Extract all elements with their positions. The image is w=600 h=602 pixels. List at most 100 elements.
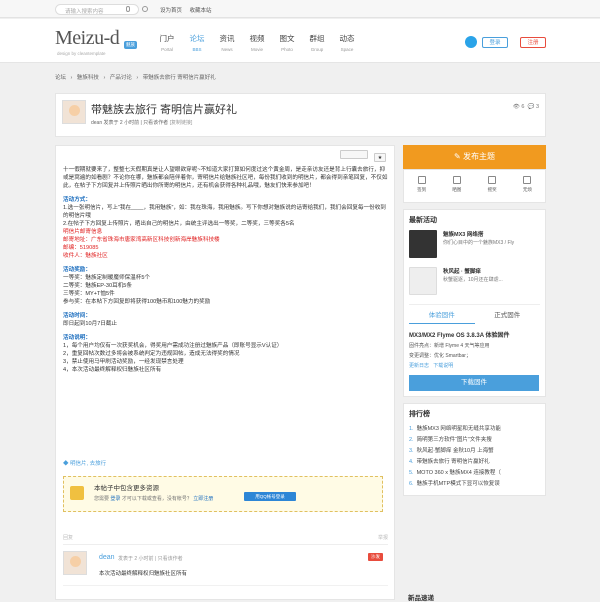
- bookmark-link[interactable]: 收藏本站: [190, 8, 212, 14]
- breadcrumb: 论坛 › 魅族科技 › 产品讨论 › 带魅族去旅行 寄明信片赢好礼: [55, 73, 219, 81]
- rank-item[interactable]: 1. 魅族MX3 网络明星和无缝共享功能: [409, 424, 540, 435]
- author-name[interactable]: dean: [91, 120, 102, 126]
- recipient-line: 收件人：魅族社区: [63, 253, 108, 259]
- set-homepage-link[interactable]: 设为首页: [160, 8, 182, 14]
- rule-4: 4，本次活动最终解释权归魅族社区所有: [63, 367, 162, 373]
- crumb-sep: ›: [136, 75, 139, 81]
- thread-tags[interactable]: ◆ 明信片, 去旅行: [63, 459, 106, 467]
- address-title: 明信片邮寄信息: [63, 229, 103, 235]
- rank-item[interactable]: 2. 简明第三方软件“图片”文件夹搜: [409, 435, 540, 446]
- eye-icon: 👁: [512, 104, 520, 110]
- firmware-tabs: 体验固件 正式固件: [409, 304, 540, 324]
- logo-subtitle: design by cleantemplate: [57, 51, 106, 56]
- favorite-star-icon[interactable]: ★: [374, 153, 386, 162]
- time-line: 即日起到10月7日截止: [63, 321, 118, 327]
- rank-item[interactable]: 4. 带魅族去旅行 寄明信片赢好礼: [409, 457, 540, 468]
- nav-news[interactable]: 资讯 News: [212, 33, 242, 52]
- nav-portal[interactable]: 门户 Portal: [152, 33, 182, 52]
- hidden-register-link[interactable]: 立即注册: [193, 496, 213, 502]
- new-thread-button[interactable]: ✎ 发布主题: [403, 145, 546, 169]
- tab-beta-firmware[interactable]: 体验固件: [409, 305, 475, 324]
- activity-thumb[interactable]: [409, 230, 437, 258]
- crumb-products[interactable]: 产品讨论: [110, 75, 132, 81]
- search-icon[interactable]: [142, 6, 148, 12]
- nav-photo[interactable]: 图文 Photo: [272, 33, 302, 52]
- crumb-forum[interactable]: 论坛: [55, 75, 66, 81]
- quick-icons: 签到 晒图 摇奖 无烦: [403, 169, 546, 203]
- logo-badge: 魅族: [124, 41, 137, 49]
- crumb-thread[interactable]: 带魅族去旅行 寄明信片赢好礼: [143, 75, 216, 81]
- top-links: 设为首页 收藏本站: [160, 6, 218, 14]
- download-firmware-button[interactable]: 下载固件: [409, 375, 539, 391]
- activity-title: 最新活动: [409, 217, 437, 224]
- author-avatar[interactable]: [62, 100, 86, 124]
- download-guide-link[interactable]: 下载说明: [433, 363, 453, 369]
- qq-icon[interactable]: [465, 36, 477, 48]
- rule-title: 活动说明：: [63, 335, 91, 341]
- microphone-icon[interactable]: [126, 6, 130, 12]
- report-link[interactable]: 举报: [378, 534, 388, 541]
- activity-box: 最新活动 魅族MX3 网络搭 你们心目中的一个魅族MX3 / Fly 秋风起 ·…: [403, 209, 546, 397]
- activity-thumb[interactable]: [409, 267, 437, 295]
- prize-4: 参与奖：在本帖下方回复即将获得100魅币和100魅力的奖励: [63, 299, 211, 305]
- rank-item[interactable]: 6. 魅族手机MTP模式下显可以恢复误: [409, 479, 540, 490]
- qq-login-button[interactable]: 用QQ帐号登录: [244, 492, 296, 501]
- post-toolbar: ★: [340, 150, 386, 162]
- only-author-link[interactable]: 只看该作者: [143, 120, 168, 126]
- views-count: 6: [521, 104, 525, 110]
- misc-button[interactable]: 无烦: [515, 176, 539, 202]
- firmware-line: 固件亮点：新增 Flyme 4 天气等应用: [409, 343, 490, 349]
- tab-stable-firmware[interactable]: 正式固件: [475, 305, 541, 324]
- firmware-line: 变更调整：优化 Smartbar；: [409, 353, 471, 359]
- login-button[interactable]: 登录: [482, 37, 508, 48]
- activity-item[interactable]: 秋风起 · 蟹脚痒 秋蟹驱逐，10月还在肆虐...: [409, 267, 540, 301]
- checkin-icon: [417, 176, 426, 184]
- crumb-sep: ›: [70, 75, 73, 81]
- replies-count: 3: [535, 104, 539, 110]
- activity-item[interactable]: 魅族MX3 网络搭 你们心目中的一个魅族MX3 / Fly: [409, 230, 540, 264]
- method-2: 2.在帖子下方回复上传照片，晒出自己的明信片，由统主评选出一等奖，二等奖，三等奖…: [63, 221, 295, 227]
- thread-title: 带魅族去旅行 寄明信片赢好礼: [91, 104, 238, 116]
- rule-3: 3，禁止使用马甲刷活动奖励，一经发现禁言处理: [63, 359, 184, 365]
- rank-box: 排行榜 1. 魅族MX3 网络明星和无缝共享功能 2. 简明第三方软件“图片”文件夹…: [403, 403, 546, 496]
- comment-item: dean 发表于 2 小时前 | 只看该作者 沙发 本次活动最终解释权归魅族社区…: [63, 544, 388, 586]
- register-button[interactable]: 注册: [520, 37, 546, 48]
- main-nav: 门户 Portal 论坛 BBS 资讯 News 视频 Movie 图文 Photo 群组…: [152, 33, 362, 52]
- sidebar: ✎ 发布主题 签到 晒图 摇奖 无烦 最新活动 魅族MX3 网络搭 你们心目中的…: [403, 145, 546, 496]
- lottery-button[interactable]: 摇奖: [480, 176, 504, 202]
- method-title: 活动方式：: [63, 197, 91, 203]
- hidden-login-link[interactable]: 登录: [110, 496, 120, 502]
- intro-text: 十一假期就要来了，整整七天假期真是让人望眼欲穿呢~不知道大家打算如何度过这个黄金…: [63, 167, 388, 189]
- nav-bbs[interactable]: 论坛 BBS: [182, 33, 212, 52]
- time-title: 活动时间：: [63, 313, 91, 319]
- firmware-title: MX3/MX2 Flyme OS 3.8.3A 体验固件: [409, 333, 510, 339]
- rank-item[interactable]: 3. 秋风起·蟹脚痒 金秋10月 上海蟹: [409, 446, 540, 457]
- font-size-toggle[interactable]: [340, 150, 368, 159]
- thread-stats: 👁 6 💬 3: [513, 104, 539, 110]
- comment-avatar[interactable]: [63, 551, 87, 575]
- nav-space[interactable]: 动态 Space: [332, 33, 362, 52]
- photo-button[interactable]: 晒图: [445, 176, 469, 202]
- comment-icon: 💬: [527, 104, 535, 110]
- hidden-desc: 您需要 登录 才可以下载或查看，没有帐号？ 立即注册: [94, 496, 214, 502]
- hidden-resource-box: 本帖子中包含更多资源 您需要 登录 才可以下载或查看，没有帐号？ 立即注册 用Q…: [63, 476, 383, 512]
- logo[interactable]: Meizu-d: [55, 27, 120, 50]
- thread-header: 带魅族去旅行 寄明信片赢好礼 dean 发表于 2 小时前 | 只看该作者 [复…: [55, 93, 546, 137]
- checkin-button[interactable]: 签到: [410, 176, 434, 202]
- crumb-meizu[interactable]: 魅族科技: [77, 75, 99, 81]
- sofa-badge: 沙发: [368, 553, 383, 561]
- changelog-link[interactable]: 更新日志: [409, 363, 429, 369]
- misc-icon: [523, 176, 532, 184]
- rank-item[interactable]: 5. MOTO 360 x 魅族MX4 连接教程（: [409, 468, 540, 479]
- comment-divider: [63, 585, 388, 586]
- lock-icon: [70, 486, 84, 500]
- reply-link[interactable]: 回复: [63, 535, 73, 541]
- copy-link[interactable]: [复制链接]: [170, 120, 193, 126]
- comment-meta: 发表于 2 小时前 | 只看该作者: [118, 556, 183, 562]
- reply-bar: 回复 举报: [63, 534, 388, 541]
- crumb-sep: ›: [103, 75, 106, 81]
- nav-group[interactable]: 群组 Group: [302, 33, 332, 52]
- nav-movie[interactable]: 视频 Movie: [242, 33, 272, 52]
- comment-author[interactable]: dean: [99, 554, 115, 561]
- address-line: 邮寄地址：广东省珠海市唐家湾高新区科技创新海岸魅族科技楼: [63, 237, 220, 243]
